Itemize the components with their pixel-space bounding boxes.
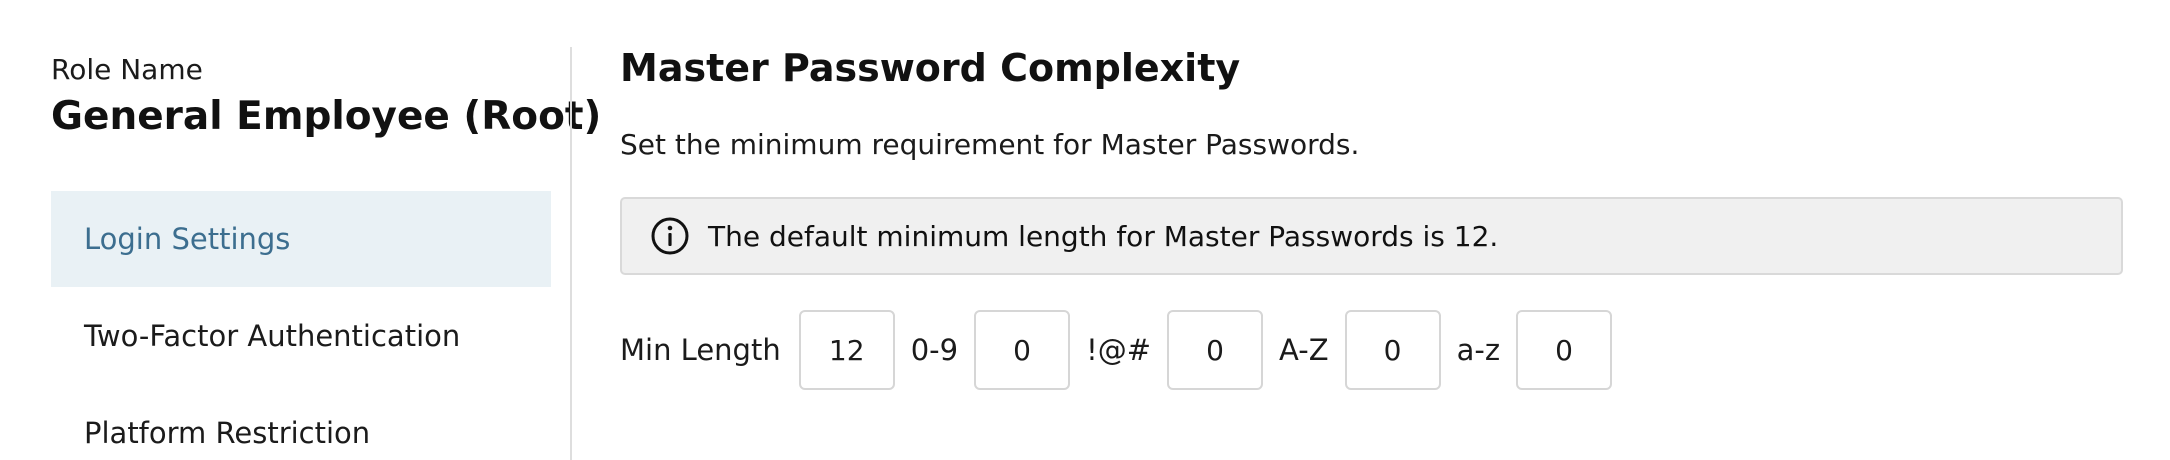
info-icon: [651, 217, 689, 255]
info-banner: The default minimum length for Master Pa…: [620, 197, 2123, 275]
lowercase-label: a-z: [1456, 333, 1501, 367]
sidebar-item-login-settings[interactable]: Login Settings: [51, 191, 551, 287]
symbols-label: !@#: [1086, 333, 1152, 367]
sidebar-item-label: Platform Restriction: [84, 416, 371, 450]
sidebar-item-two-factor-authentication[interactable]: Two-Factor Authentication: [51, 288, 551, 384]
min-length-input[interactable]: [798, 310, 895, 390]
page-title: Master Password Complexity: [620, 46, 1241, 90]
app-root: Role Name General Employee (Root) Login …: [0, 0, 2170, 460]
symbols-input[interactable]: [1167, 310, 1264, 390]
min-length-label: Min Length: [620, 333, 781, 367]
digits-input[interactable]: [974, 310, 1071, 390]
sidebar: Role Name General Employee (Root) Login …: [51, 0, 601, 460]
uppercase-label: A-Z: [1279, 333, 1329, 367]
role-name-value: General Employee (Root): [51, 94, 602, 139]
main-content: Master Password Complexity Set the minim…: [620, 0, 2130, 460]
complexity-row: Min Length 0-9 !@# A-Z a-z: [620, 310, 1628, 390]
digits-label: 0-9: [910, 333, 959, 367]
info-text: The default minimum length for Master Pa…: [708, 219, 1499, 253]
uppercase-input[interactable]: [1344, 310, 1441, 390]
page-subtitle: Set the minimum requirement for Master P…: [620, 128, 1360, 161]
sidebar-item-platform-restriction[interactable]: Platform Restriction: [51, 385, 551, 460]
lowercase-input[interactable]: [1516, 310, 1613, 390]
sidebar-item-label: Login Settings: [84, 222, 291, 256]
sidebar-item-label: Two-Factor Authentication: [84, 319, 461, 353]
role-name-label: Role Name: [51, 53, 203, 86]
sidebar-divider: [570, 47, 572, 460]
